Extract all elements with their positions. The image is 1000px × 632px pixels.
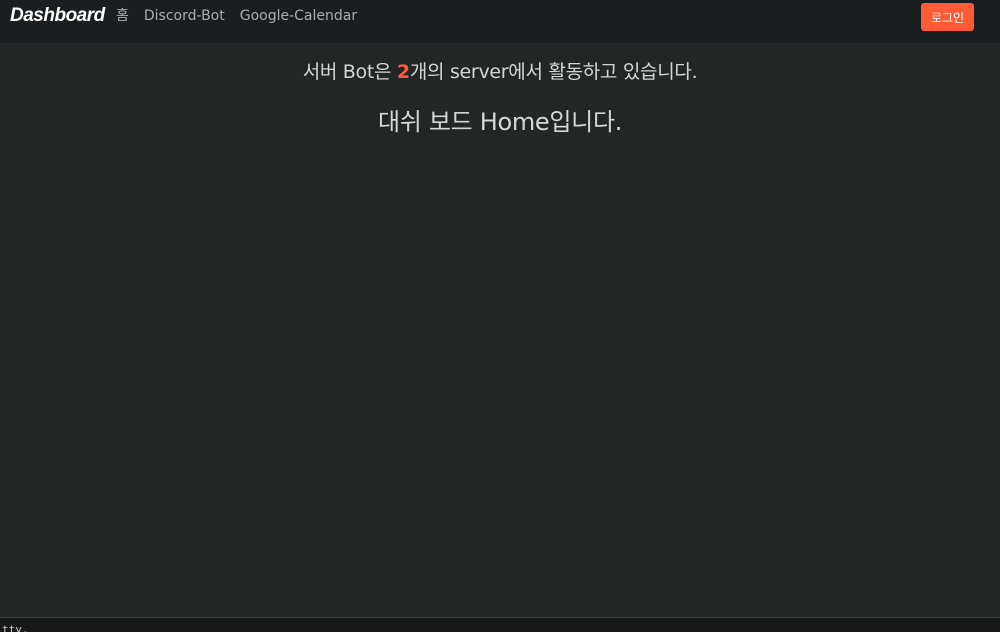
nav-link-home[interactable]: 홈 — [116, 8, 129, 25]
nav-link-discord-bot[interactable]: Discord-Bot — [144, 8, 225, 25]
nav-links: 홈 Discord-Bot Google-Calendar — [116, 8, 357, 25]
brand-logo[interactable]: Dashboard — [10, 6, 105, 26]
login-button[interactable]: 로그인 — [921, 3, 974, 31]
headline-prefix: 서버 Bot은 — [302, 61, 397, 83]
terminal-text: tty. — [2, 623, 29, 632]
top-navbar: Dashboard 홈 Discord-Bot Google-Calendar … — [0, 0, 1000, 43]
page-title: 대쉬 보드 Home입니다. — [377, 108, 623, 136]
nav-link-google-calendar[interactable]: Google-Calendar — [240, 8, 357, 25]
main-content: 서버 Bot은 2개의 server에서 활동하고 있습니다. 대쉬 보드 Ho… — [0, 43, 1000, 617]
server-status-headline: 서버 Bot은 2개의 server에서 활동하고 있습니다. — [0, 60, 1000, 84]
headline-suffix: 개의 server에서 활동하고 있습니다. — [409, 61, 698, 83]
terminal-strip: tty. — [0, 618, 1000, 632]
server-count: 2 — [396, 61, 410, 83]
